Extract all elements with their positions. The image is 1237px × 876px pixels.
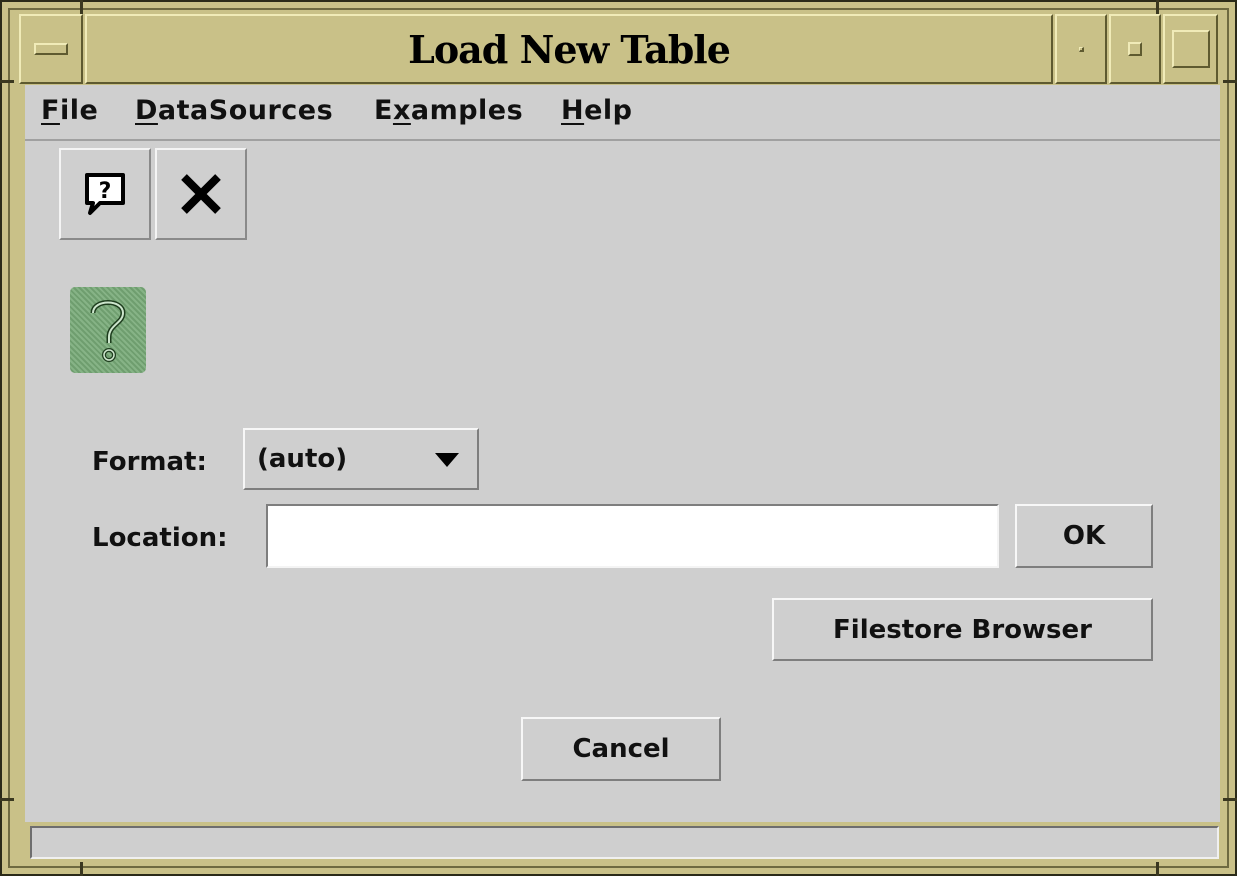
format-label: Format: <box>92 447 207 477</box>
menu-examples-prefix: E <box>374 95 393 126</box>
window-menu-button[interactable] <box>19 14 83 84</box>
square-icon <box>1171 30 1210 68</box>
frame-notch <box>80 0 83 14</box>
maximize-icon <box>1128 42 1142 56</box>
menu-mnemonic: D <box>135 95 158 126</box>
format-select-value: (auto) <box>257 444 348 474</box>
cancel-button[interactable]: Cancel <box>521 717 721 781</box>
format-select[interactable]: (auto) <box>243 428 479 490</box>
menu-mnemonic: x <box>392 95 411 126</box>
frame-notch <box>80 862 83 876</box>
frame-notch <box>0 80 14 83</box>
menu-examples[interactable]: Examples <box>374 95 523 126</box>
status-bar <box>30 826 1219 859</box>
chevron-down-icon <box>435 453 459 467</box>
menu-datasources-label: ataSources <box>157 95 334 126</box>
menu-file[interactable]: File <box>41 95 98 126</box>
location-input[interactable] <box>266 504 999 568</box>
help-button[interactable]: ? <box>59 148 151 240</box>
frame-notch <box>1156 0 1159 14</box>
dialog-content: File DataSources Examples Help ? Format:… <box>25 85 1220 822</box>
window-menu-icon <box>34 43 68 55</box>
question-mark-icon <box>70 287 146 373</box>
title-bar[interactable]: Load New Table <box>19 14 1218 84</box>
filestore-browser-button[interactable]: Filestore Browser <box>772 598 1153 661</box>
window-title: Load New Table <box>85 14 1053 84</box>
menu-examples-label: amples <box>410 95 524 126</box>
help-bubble-icon: ? <box>85 173 125 215</box>
frame-notch <box>1223 798 1237 801</box>
menu-datasources[interactable]: DataSources <box>135 95 333 126</box>
close-window-button[interactable] <box>1163 14 1218 84</box>
maximize-button[interactable] <box>1109 14 1161 84</box>
frame-notch <box>0 798 14 801</box>
menu-help[interactable]: Help <box>561 95 633 126</box>
minimize-icon <box>1078 46 1084 52</box>
menu-bar: File DataSources Examples Help <box>25 85 1220 141</box>
minimize-button[interactable] <box>1055 14 1107 84</box>
frame-notch <box>1156 862 1159 876</box>
menu-help-label: elp <box>584 95 633 126</box>
frame-notch <box>1223 80 1237 83</box>
ok-button[interactable]: OK <box>1015 504 1153 568</box>
menu-mnemonic: F <box>41 95 60 126</box>
menu-file-label: ile <box>59 95 99 126</box>
close-x-icon <box>181 174 221 214</box>
location-label: Location: <box>92 523 228 553</box>
close-button[interactable] <box>155 148 247 240</box>
menu-mnemonic: H <box>561 95 585 126</box>
svg-text:?: ? <box>99 179 112 204</box>
